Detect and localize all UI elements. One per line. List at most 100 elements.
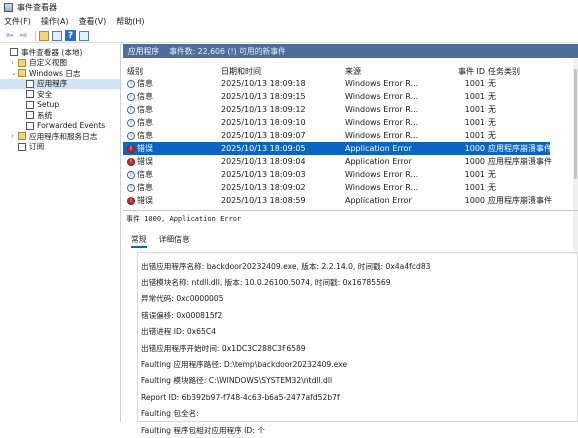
event-detail-box: 出错应用程序名称: backdoor20232409.exe, 版本: 2.2.… [137,252,578,435]
log-icon [26,90,34,99]
event-date: 2025/10/13 18:09:18 [221,79,306,88]
forward-arrow-icon[interactable]: ⇨ [18,30,29,41]
tree-item-label: Setup [37,100,60,110]
title-bar: 事件查看器 [0,0,578,14]
up-folder-icon[interactable] [39,30,49,41]
tree-item[interactable]: ⌄ Windows 日志 [0,68,120,79]
menu-help[interactable]: 帮助(H) [116,16,144,27]
tree-item-label: 订阅 [29,142,45,152]
column-level[interactable]: 级别 [127,66,143,77]
detail-line: 出错模块名称: ntdll.dll, 版本: 10.0.26100.5074, … [141,278,391,288]
log-header: 应用程序 事件数: 22,606 (!) 可用的新事件 [123,44,578,58]
info-icon: i [127,105,135,114]
tree-item-label: Windows 日志 [29,68,81,78]
detail-tabs: 常规 详细信息 [131,234,202,248]
event-viewer-icon [4,2,13,12]
scrollbar-thumb[interactable] [574,69,577,179]
tree-item-label: Forwarded Events [37,121,106,131]
back-arrow-icon[interactable]: ⇦ [4,30,15,41]
main-panel: 应用程序 事件数: 22,606 (!) 可用的新事件 级别 日期和时间 来源 … [123,44,578,435]
show-hide-pane-icon[interactable] [79,30,89,41]
event-row[interactable]: ! 错误 2025/10/13 18:09:04 Application Error 1… [123,155,552,168]
event-row[interactable]: ! 错误 2025/10/13 18:08:59 Application Error 1… [123,194,552,207]
event-task: 应用程序崩溃事件 [488,196,552,205]
event-list-scrollbar[interactable] [573,59,578,254]
column-source[interactable]: 来源 [345,66,361,77]
event-level-label: 信息 [137,79,153,88]
event-row[interactable]: ! 错误 2025/10/13 18:09:05 Application Error 1… [123,142,552,155]
event-task: 无 [488,118,496,127]
tree-expander-icon[interactable]: › [11,132,18,140]
event-count: 事件数: 22,606 (!) 可用的新事件 [169,46,286,56]
properties-icon[interactable] [52,30,62,41]
event-row[interactable]: i 信息 2025/10/13 18:09:18 Windows Error R...… [123,77,550,90]
event-task: 无 [488,92,496,101]
folder-icon [18,69,26,78]
event-level-label: 信息 [137,118,153,127]
menu-view[interactable]: 查看(V) [79,16,107,27]
tree-item[interactable]: 系统 [0,110,120,121]
event-id: 1000 [464,157,485,166]
detail-line: Faulting 程序包相对应用程序 ID: 个 [141,425,265,435]
tree-item[interactable]: › 应用程序和服务日志 [0,131,120,142]
pane-divider[interactable] [123,210,578,211]
tree-item[interactable]: Forwarded Events [0,121,120,132]
event-task: 无 [488,131,496,140]
tree-item[interactable]: 应用程序 [0,78,120,89]
detail-line: 错误偏移: 0x000815f2 [141,310,223,320]
event-row[interactable]: i 信息 2025/10/13 18:09:15 Windows Error R...… [123,90,550,103]
tree-expander-icon[interactable]: › [11,59,18,67]
event-row[interactable]: i 信息 2025/10/13 18:09:03 Windows Error R...… [123,168,550,181]
event-level: i 信息 [127,104,153,115]
menu-file[interactable]: 文件(F) [4,16,31,27]
event-id: 1000 [464,144,485,153]
window-title: 事件查看器 [17,2,57,12]
info-icon: i [127,92,135,101]
event-level-label: 信息 [137,92,153,101]
event-date: 2025/10/13 18:09:04 [221,157,306,166]
event-level-label: 错误 [137,144,153,153]
menu-action[interactable]: 操作(A) [41,16,69,27]
info-icon: i [127,79,135,88]
tab-details[interactable]: 详细信息 [159,234,190,248]
detail-line: 出错应用程序开始时间: 0x1DC3C288C3F6589 [141,343,306,353]
info-icon: i [127,183,135,192]
tree-item-label: 安全 [37,89,53,99]
tree-item[interactable]: 事件查看器 (本地) [0,47,120,58]
tree-item-label: 事件查看器 (本地) [21,47,83,57]
folder-icon [18,132,26,141]
event-table-header: 级别 日期和时间 来源 事件 ID 任务类别 [123,65,578,77]
detail-line: Faulting 应用程序路径: D:\temp\backdoor2023240… [141,360,348,370]
help-icon[interactable]: ? [65,30,76,41]
event-id: 1001 [464,79,485,88]
tree-item[interactable]: 安全 [0,89,120,100]
event-source: Windows Error R... [345,131,419,140]
event-row[interactable]: i 信息 2025/10/13 18:09:10 Windows Error R...… [123,116,550,129]
event-level: ! 错误 [127,143,153,154]
event-task: 应用程序崩溃事件 [488,157,552,166]
tree-item[interactable]: 订阅 [0,142,120,153]
event-source: Application Error [345,196,412,205]
event-id: 1001 [464,92,485,101]
event-date: 2025/10/13 18:08:59 [221,196,306,205]
menu-bar: 文件(F) 操作(A) 查看(V) 帮助(H) [0,14,578,29]
event-source: Windows Error R... [345,170,419,179]
column-date[interactable]: 日期和时间 [221,66,261,77]
column-event-id[interactable]: 事件 ID [449,66,485,77]
event-row[interactable]: i 信息 2025/10/13 18:09:02 Windows Error R...… [123,181,550,194]
event-level: i 信息 [127,182,153,193]
tree-item-label: 系统 [37,110,53,120]
tree-item-label: 应用程序 [37,79,68,89]
log-icon [26,79,34,88]
event-level: i 信息 [127,130,153,141]
tree-item[interactable]: Setup [0,100,120,111]
event-row[interactable]: i 信息 2025/10/13 18:09:12 Windows Error R...… [123,103,550,116]
event-task: 无 [488,170,496,179]
event-row[interactable]: i 信息 2025/10/13 18:09:07 Windows Error R...… [123,129,550,142]
tab-general[interactable]: 常规 [131,234,147,248]
event-level-label: 错误 [137,196,153,205]
tree-item[interactable]: › 自定义视图 [0,58,120,69]
event-source: Windows Error R... [345,183,419,192]
tree-expander-icon[interactable]: ⌄ [11,69,18,77]
column-task[interactable]: 任务类别 [488,66,520,77]
